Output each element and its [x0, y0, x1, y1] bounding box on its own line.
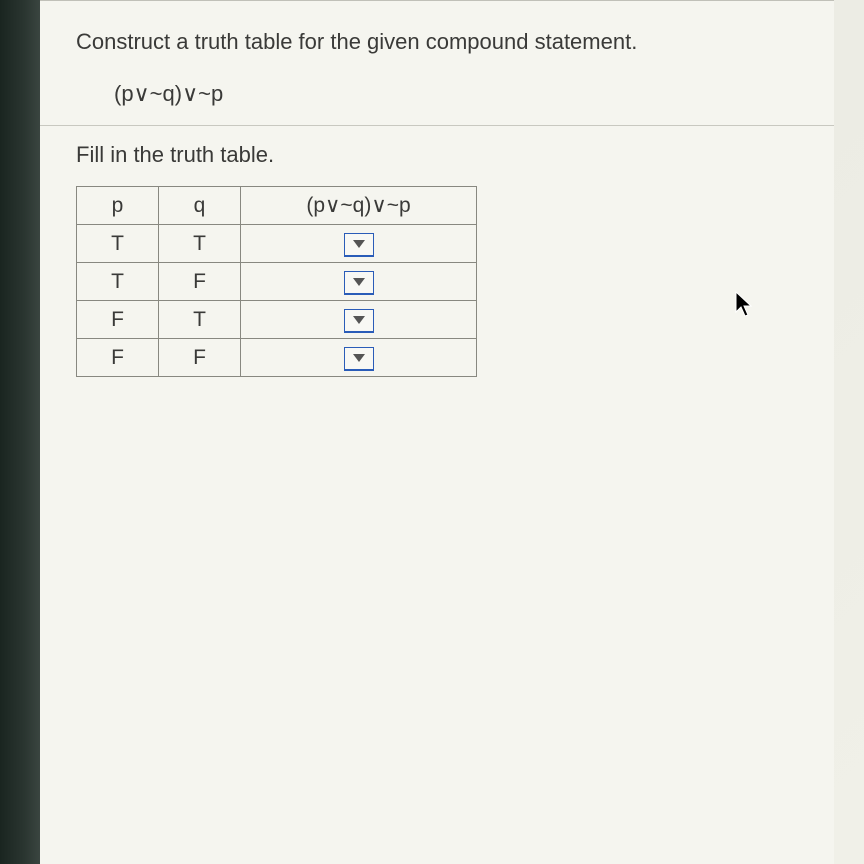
answer-dropdown[interactable] — [344, 347, 374, 371]
table-row: T T — [77, 225, 477, 263]
chevron-down-icon — [353, 278, 365, 286]
table-row: F T — [77, 301, 477, 339]
table-header-row: p q (p∨~q)∨~p — [77, 187, 477, 225]
cell-q: T — [159, 301, 241, 339]
cell-result — [241, 263, 477, 301]
header-result: (p∨~q)∨~p — [241, 187, 477, 225]
table-row: F F — [77, 339, 477, 377]
compound-statement-formula: (p∨~q)∨~p — [114, 81, 798, 107]
header-p: p — [77, 187, 159, 225]
header-q: q — [159, 187, 241, 225]
question-page: Construct a truth table for the given co… — [40, 0, 834, 864]
chevron-down-icon — [353, 240, 365, 248]
instruction-text: Fill in the truth table. — [76, 142, 798, 168]
chevron-down-icon — [353, 354, 365, 362]
cell-result — [241, 339, 477, 377]
instruction-section: Fill in the truth table. p q (p∨~q)∨~p T… — [40, 126, 834, 385]
question-section: Construct a truth table for the given co… — [40, 1, 834, 126]
window-left-edge — [0, 0, 40, 864]
cell-p: F — [77, 301, 159, 339]
cell-p: T — [77, 263, 159, 301]
cell-q: F — [159, 339, 241, 377]
cell-q: T — [159, 225, 241, 263]
answer-dropdown[interactable] — [344, 233, 374, 257]
answer-dropdown[interactable] — [344, 309, 374, 333]
cell-result — [241, 301, 477, 339]
answer-dropdown[interactable] — [344, 271, 374, 295]
truth-table: p q (p∨~q)∨~p T T T F — [76, 186, 477, 377]
question-prompt: Construct a truth table for the given co… — [76, 29, 798, 55]
cell-result — [241, 225, 477, 263]
chevron-down-icon — [353, 316, 365, 324]
cell-q: F — [159, 263, 241, 301]
cell-p: F — [77, 339, 159, 377]
table-row: T F — [77, 263, 477, 301]
cell-p: T — [77, 225, 159, 263]
